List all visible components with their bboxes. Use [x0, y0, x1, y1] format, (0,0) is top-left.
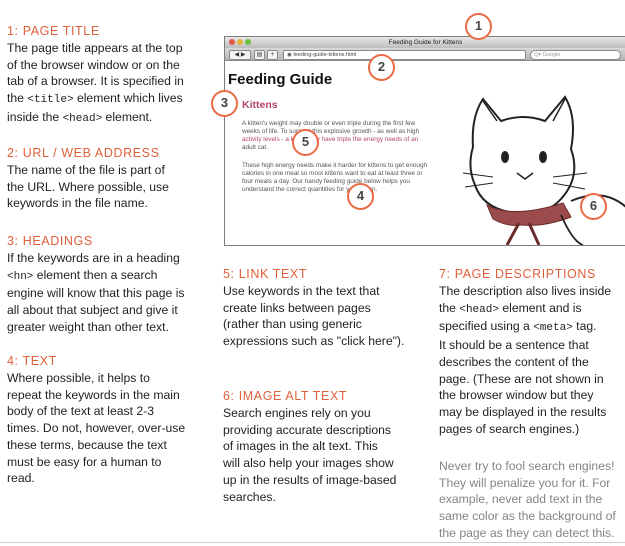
code-head-tag: <head> [459, 303, 499, 316]
text-line: It should be a sentence that [439, 338, 589, 353]
text-line: If the keywords are in a heading [7, 251, 180, 265]
google-search-field: Q▾ Google [530, 50, 621, 60]
text-line: read. [7, 471, 35, 486]
text-line: pages of search engines.) [439, 421, 580, 436]
text-line: the URL. Where possible, use [7, 179, 169, 194]
marker-6: 6 [580, 193, 607, 220]
section-page-descriptions: 7: PAGE DESCRIPTIONS The description als… [439, 267, 625, 437]
text-line: create links between pages [223, 300, 371, 315]
text-line: the <head> element and is [439, 300, 582, 316]
text-line: The description also lives inside [439, 284, 612, 298]
text-line: describes the content of the [439, 354, 589, 369]
url-text: feeding-guide-kittens.html [293, 52, 357, 58]
text-line: of images in the alt text. This [223, 439, 378, 454]
url-field: ◉ feeding-guide-kittens.html [283, 50, 526, 60]
browser-window-illustration: Feeding Guide for Kittens ◀ ▶ ▤ + ◉ feed… [224, 36, 625, 246]
zoom-dot-icon [245, 39, 251, 45]
back-forward-icon: ◀ ▶ [229, 50, 251, 60]
section-text: 4: TEXT Where possible, it helps to repe… [7, 354, 219, 487]
section-link-text: 5: LINK TEXT Use keywords in the text th… [223, 267, 428, 350]
marker-1: 1 [465, 13, 492, 40]
text-line: repeat the keywords in the main [7, 387, 180, 402]
text-line: providing accurate descriptions [223, 422, 392, 437]
text-line: will also help your images show [223, 456, 394, 471]
text-line: Never try to fool search engines! [439, 459, 615, 473]
note-search-engines: Never try to fool search engines! They w… [439, 458, 625, 542]
text-line: times. Do not, however, over-use [7, 421, 186, 436]
browser-toolbar: ◀ ▶ ▤ + ◉ feeding-guide-kittens.html Q▾ … [225, 48, 625, 61]
text-line: tab of a browser. It is specified in [7, 74, 184, 89]
code-meta-tag: <meta> [533, 322, 573, 335]
text-line: may be displayed in the results [439, 404, 607, 419]
section-headings: 3: HEADINGS If the keywords are in a hea… [7, 234, 219, 336]
section-url: 2: URL / WEB ADDRESS The name of the fil… [7, 146, 219, 212]
text-line: Search engines rely on you [223, 406, 371, 420]
section-page-title: 1: PAGE TITLE The page title appears at … [7, 24, 219, 128]
browser-subheading: Kittens [242, 99, 278, 111]
heading-link-text: 5: LINK TEXT [223, 267, 308, 281]
window-controls [229, 39, 251, 45]
body-page-title: The page title appears at the top of the… [7, 40, 219, 128]
text-line: of the browser window or on the [7, 57, 180, 72]
text-line: The name of the file is part of [7, 163, 165, 177]
text-line: page. (These are not shown in [439, 371, 604, 386]
browser-titlebar: Feeding Guide for Kittens [225, 37, 625, 48]
text-line: They will penalize you for it. For [439, 475, 611, 490]
text-line: <hn> element then a search [7, 267, 158, 283]
bookmark-icon: ▤ [254, 50, 265, 60]
text-line: inside the <head> element. [7, 109, 153, 125]
code-head-tag: <head> [62, 112, 103, 125]
browser-page-heading: Feeding Guide [228, 71, 333, 88]
heading-page-descriptions: 7: PAGE DESCRIPTIONS [439, 267, 596, 281]
link-text-sample: activity levels - a kitten may have trip… [242, 136, 419, 143]
code-hn-tag: <hn> [7, 270, 34, 283]
text-line: searches. [223, 489, 276, 504]
text-line: example, never add text in the [439, 492, 603, 507]
text-line: must be easy for a human to [7, 454, 162, 469]
kitten-illustration [462, 95, 625, 245]
text-line: greater weight than other text. [7, 319, 169, 334]
heading-page-title: 1: PAGE TITLE [7, 24, 100, 38]
marker-4: 4 [347, 183, 374, 210]
text-line: up in the results of image-based [223, 472, 397, 487]
text-line: specified using a <meta> tag. [439, 319, 597, 335]
close-dot-icon [229, 39, 235, 45]
browser-paragraph-1: A kitten's weight may double or even tri… [242, 120, 487, 152]
search-icon: Q▾ [534, 52, 543, 58]
text-line: Where possible, it helps to [7, 371, 150, 385]
marker-5: 5 [292, 129, 319, 156]
text-line: expressions such as "click here"). [223, 334, 405, 349]
text-line: Use keywords in the text that [223, 284, 380, 298]
text-line: the <title> element which lives [7, 91, 183, 107]
marker-2: 2 [368, 54, 395, 81]
add-bookmark-icon: + [267, 50, 278, 60]
text-line: the browser window but they [439, 388, 594, 403]
code-title-tag: <title> [27, 94, 74, 107]
heading-image-alt-text: 6: IMAGE ALT TEXT [223, 389, 348, 403]
text-line: keywords in the file name. [7, 196, 148, 211]
heading-headings: 3: HEADINGS [7, 234, 93, 248]
text-line: same color as the background of [439, 509, 616, 524]
heading-url: 2: URL / WEB ADDRESS [7, 146, 160, 160]
text-line: (rather than using generic [223, 317, 362, 332]
marker-3: 3 [211, 90, 238, 117]
text-line: all about that subject and give it [7, 303, 178, 318]
text-line: these terms, because the text [7, 437, 167, 452]
page-divider [0, 542, 625, 543]
text-line: body of the text at least 2-3 [7, 404, 155, 419]
heading-text: 4: TEXT [7, 354, 57, 368]
text-line: engine will know that this page is [7, 286, 185, 301]
text-line: the page as they can detect this. [439, 525, 615, 540]
text-line: The page title appears at the top [7, 41, 183, 55]
browser-window-title: Feeding Guide for Kittens [388, 39, 463, 46]
minimize-dot-icon [237, 39, 243, 45]
section-image-alt-text: 6: IMAGE ALT TEXT Search engines rely on… [223, 389, 428, 505]
